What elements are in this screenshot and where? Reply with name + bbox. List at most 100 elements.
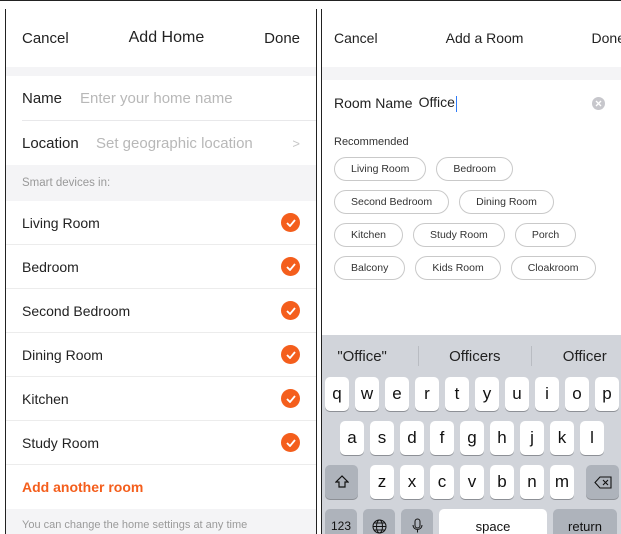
shift-key[interactable] <box>325 465 358 499</box>
room-chip[interactable]: Living Room <box>334 157 427 181</box>
section-gap <box>322 67 621 80</box>
keyboard-key[interactable]: m <box>550 465 574 499</box>
keyboard-key[interactable]: f <box>430 421 454 455</box>
cancel-button[interactable]: Cancel <box>22 30 69 47</box>
keyboard-key[interactable]: s <box>370 421 394 455</box>
keyboard-key[interactable]: k <box>550 421 574 455</box>
room-row[interactable]: Second Bedroom <box>6 289 316 333</box>
keyboard-key[interactable]: y <box>475 377 499 411</box>
keyboard-key[interactable]: n <box>520 465 544 499</box>
keyboard-key[interactable]: t <box>445 377 469 411</box>
room-row[interactable]: Dining Room <box>6 333 316 377</box>
backspace-key[interactable] <box>586 465 619 499</box>
keyboard-key[interactable]: a <box>340 421 364 455</box>
room-chip[interactable]: Balcony <box>334 256 406 280</box>
checkmark-icon[interactable] <box>281 301 300 320</box>
checkmark-icon[interactable] <box>281 213 300 232</box>
keyboard-key[interactable]: b <box>490 465 514 499</box>
keyboard-key[interactable]: q <box>325 377 349 411</box>
checkmark-icon[interactable] <box>281 389 300 408</box>
keyboard-key[interactable]: j <box>520 421 544 455</box>
room-name-input[interactable]: Office <box>418 94 592 112</box>
room-row[interactable]: Living Room <box>6 201 316 245</box>
room-chip[interactable]: Porch <box>514 223 577 247</box>
room-label: Kitchen <box>22 390 69 407</box>
room-label: Bedroom <box>22 258 79 275</box>
done-button[interactable]: Done <box>592 30 621 46</box>
keyboard-key[interactable]: u <box>505 377 529 411</box>
recommended-chips: Living Room Bedroom Second Bedroom Dining R… <box>334 157 609 280</box>
recommended-section: Recommended Living Room Bedroom Second Bed… <box>322 126 621 337</box>
space-key[interactable]: space <box>439 509 547 534</box>
checkmark-icon[interactable] <box>281 433 300 452</box>
microphone-key[interactable] <box>401 509 433 534</box>
keyboard-row-2: asdfghjkl <box>322 421 621 455</box>
room-row[interactable]: Bedroom <box>6 245 316 289</box>
backspace-icon <box>593 475 612 489</box>
room-chip[interactable]: Study Room <box>413 223 505 247</box>
keyboard-key[interactable]: p <box>595 377 619 411</box>
room-row[interactable]: Kitchen <box>6 377 316 421</box>
home-name-field[interactable]: Name Enter your home name <box>6 76 316 120</box>
globe-icon <box>372 519 386 533</box>
keyboard-key[interactable]: h <box>490 421 514 455</box>
room-name-field[interactable]: Room Name Office <box>322 80 621 126</box>
keyboard-key[interactable]: i <box>535 377 559 411</box>
keyboard-key[interactable]: c <box>430 465 454 499</box>
suggestion-item[interactable]: Officers <box>449 348 500 365</box>
keyboard-key[interactable]: e <box>385 377 409 411</box>
room-label: Living Room <box>22 214 100 231</box>
keyboard-row-4: 123 space return <box>322 509 621 534</box>
room-chip[interactable]: Dining Room <box>459 190 554 214</box>
keyboard-key[interactable]: z <box>370 465 394 499</box>
keyboard: "Office" Officers Officer qwertyuiop asd… <box>322 335 621 534</box>
home-name-input[interactable]: Enter your home name <box>80 90 300 107</box>
keyboard-key[interactable]: d <box>400 421 424 455</box>
room-chip[interactable]: Cloakroom <box>510 256 596 280</box>
room-name-label: Room Name <box>334 95 413 111</box>
add-another-room-button[interactable]: Add another room <box>6 465 316 509</box>
suggestion-item[interactable]: "Office" <box>337 348 387 365</box>
keyboard-key[interactable]: g <box>460 421 484 455</box>
keyboard-key[interactable]: v <box>460 465 484 499</box>
keyboard-key[interactable]: o <box>565 377 589 411</box>
return-key[interactable]: return <box>553 509 617 534</box>
add-home-screen: Cancel Add Home Done Name Enter your hom… <box>5 9 317 534</box>
keyboard-key[interactable]: w <box>355 377 379 411</box>
section-gap <box>6 67 316 76</box>
keyboard-key[interactable]: x <box>400 465 424 499</box>
location-input[interactable]: Set geographic location <box>96 135 292 152</box>
cancel-button[interactable]: Cancel <box>334 30 378 46</box>
suggestion-item[interactable]: Officer <box>563 348 607 365</box>
smart-devices-header: Smart devices in: <box>6 165 316 201</box>
room-row[interactable]: Study Room <box>6 421 316 465</box>
screenshot-frame: Cancel Add Home Done Name Enter your hom… <box>0 0 621 534</box>
room-chip[interactable]: Kitchen <box>334 223 404 247</box>
page-title: Add Home <box>128 29 205 46</box>
room-name-value: Office <box>418 94 455 111</box>
checkmark-icon[interactable] <box>281 257 300 276</box>
clear-icon[interactable] <box>592 96 605 110</box>
location-field[interactable]: Location Set geographic location > <box>6 121 316 165</box>
shift-icon <box>334 475 349 488</box>
room-label: Study Room <box>22 434 100 451</box>
checkmark-icon[interactable] <box>281 345 300 364</box>
room-label: Second Bedroom <box>22 302 131 319</box>
done-button[interactable]: Done <box>264 30 300 47</box>
keyboard-suggestions: "Office" Officers Officer <box>322 335 621 377</box>
divider <box>531 346 533 366</box>
home-name-label: Name <box>22 89 63 107</box>
room-chip[interactable]: Bedroom <box>436 157 513 181</box>
keyboard-letter-keys: zxcvbnm <box>370 465 574 499</box>
globe-key[interactable] <box>363 509 395 534</box>
location-label: Location <box>22 134 79 152</box>
footer-note: You can change the home settings at any … <box>6 509 316 534</box>
keyboard-row-3: zxcvbnm <box>322 465 621 499</box>
room-chip[interactable]: Kids Room <box>415 256 501 280</box>
numbers-key[interactable]: 123 <box>325 509 357 534</box>
add-home-navbar: Cancel Add Home Done <box>6 9 316 67</box>
room-chip[interactable]: Second Bedroom <box>334 190 450 214</box>
keyboard-key[interactable]: l <box>580 421 604 455</box>
add-room-navbar: Cancel Add a Room Done <box>322 9 621 67</box>
keyboard-key[interactable]: r <box>415 377 439 411</box>
